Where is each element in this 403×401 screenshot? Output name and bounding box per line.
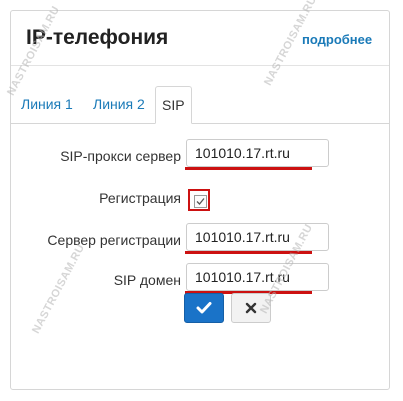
tab-bar: Линия 1 Линия 2 SIP xyxy=(11,86,389,124)
reg-server-input[interactable] xyxy=(186,223,329,251)
sip-proxy-label: SIP-прокси сервер xyxy=(60,148,181,164)
registration-label: Регистрация xyxy=(99,190,181,206)
sip-domain-label: SIP домен xyxy=(113,272,181,288)
more-details-link[interactable]: подробнее xyxy=(302,32,372,47)
registration-highlight-box xyxy=(188,189,210,211)
highlight-underline xyxy=(185,167,312,170)
panel-header: IP-телефония подробнее xyxy=(11,11,389,66)
checkmark-icon xyxy=(196,302,212,314)
highlight-underline xyxy=(185,251,312,254)
ip-telephony-panel: IP-телефония подробнее Линия 1 Линия 2 S… xyxy=(10,10,390,390)
sip-proxy-input[interactable] xyxy=(186,139,329,167)
save-button[interactable] xyxy=(184,293,224,323)
sip-domain-input[interactable] xyxy=(186,263,329,291)
tab-line-2[interactable]: Линия 2 xyxy=(89,86,149,122)
cancel-button[interactable] xyxy=(231,293,271,323)
page-title: IP-телефония xyxy=(26,26,169,49)
registration-checkbox[interactable] xyxy=(194,195,207,208)
close-icon xyxy=(245,302,257,314)
checkmark-icon xyxy=(196,198,205,205)
reg-server-label: Сервер регистрации xyxy=(47,232,181,248)
tab-line-1[interactable]: Линия 1 xyxy=(17,86,77,122)
page: IP-телефония подробнее Линия 1 Линия 2 S… xyxy=(0,0,403,401)
tab-sip[interactable]: SIP xyxy=(155,86,192,124)
